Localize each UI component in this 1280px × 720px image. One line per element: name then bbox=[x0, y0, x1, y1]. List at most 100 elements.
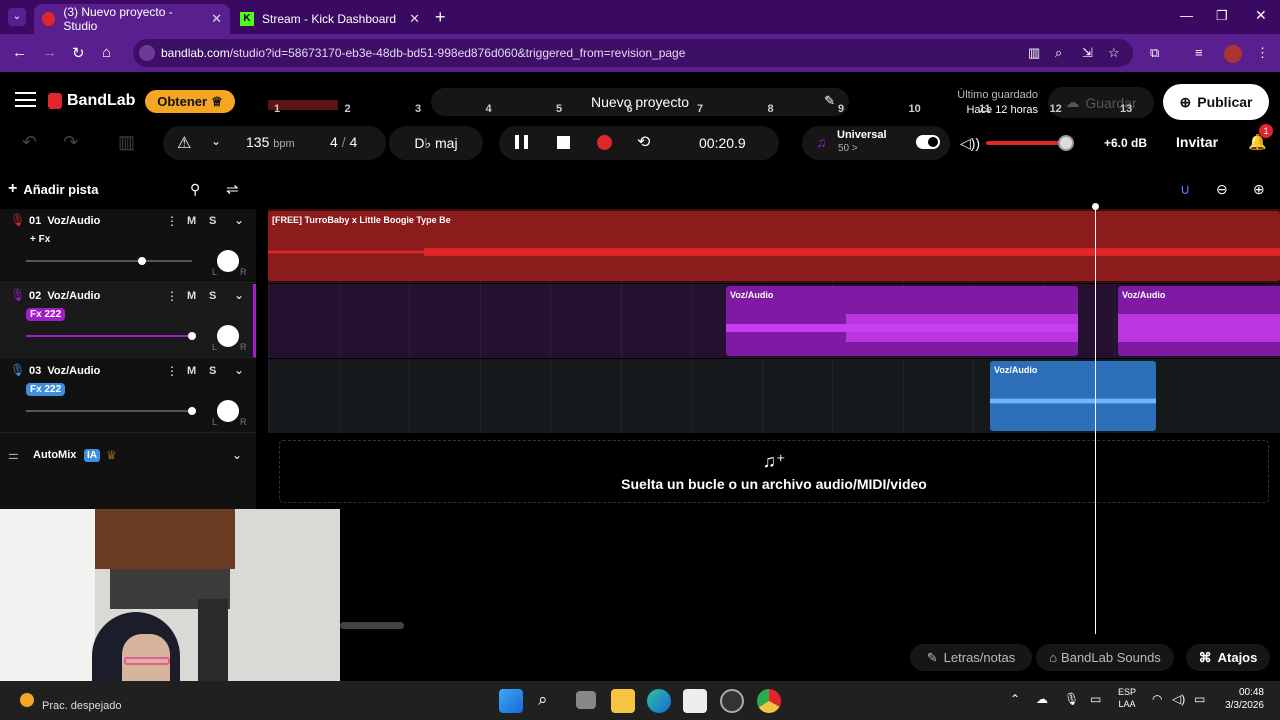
mute-button[interactable]: M bbox=[187, 290, 196, 302]
master-volume-slider[interactable] bbox=[986, 135, 1074, 151]
track-title[interactable]: 01 Voz/Audio bbox=[29, 215, 100, 227]
playhead-marker[interactable] bbox=[1092, 203, 1099, 210]
mute-button[interactable]: M bbox=[187, 365, 196, 377]
bpm-value[interactable]: 135 bpm bbox=[246, 134, 295, 150]
close-tab-icon[interactable]: ✕ bbox=[409, 11, 420, 27]
track-menu-icon[interactable]: ⋮ bbox=[166, 364, 178, 378]
metronome-icon[interactable]: ⚠ bbox=[177, 133, 191, 153]
track-title[interactable]: 02 Voz/Audio bbox=[29, 290, 100, 302]
shortcuts-button[interactable]: ⌘ Atajos bbox=[1186, 644, 1270, 671]
solo-button[interactable]: S bbox=[209, 365, 216, 377]
chevron-down-icon[interactable]: ⌄ bbox=[211, 134, 221, 148]
chevron-down-icon[interactable]: ⌄ bbox=[234, 363, 244, 377]
media-icon[interactable]: ≡ bbox=[1195, 45, 1203, 60]
battery-icon[interactable]: ▭ bbox=[1194, 692, 1205, 706]
start-icon[interactable] bbox=[499, 689, 523, 713]
store-icon[interactable] bbox=[683, 689, 707, 713]
close-tab-icon[interactable]: ✕ bbox=[211, 11, 222, 27]
timeline-ruler[interactable]: 1 2 3 4 5 6 7 8 9 10 11 12 13 bbox=[268, 100, 1280, 124]
language-indicator[interactable]: ESP LAA bbox=[1118, 686, 1136, 710]
maximize-icon[interactable]: ❐ bbox=[1216, 8, 1228, 24]
volume-handle[interactable] bbox=[188, 332, 196, 340]
lane-track-1[interactable]: [FREE] TurroBaby x Little Boogie Type Be bbox=[268, 209, 1280, 283]
reader-icon[interactable]: ▥ bbox=[1028, 45, 1040, 61]
mic-icon[interactable]: 🎙 bbox=[10, 288, 25, 302]
piano-icon[interactable]: ▥ bbox=[118, 132, 135, 153]
track-volume-slider[interactable] bbox=[26, 407, 196, 415]
new-tab-icon[interactable]: + bbox=[435, 7, 446, 28]
wifi-icon[interactable]: ◠ bbox=[1152, 692, 1162, 706]
track-title[interactable]: 03 Voz/Audio bbox=[29, 365, 100, 377]
menu-icon[interactable]: ⋮ bbox=[1256, 45, 1269, 61]
record-icon[interactable] bbox=[597, 135, 612, 150]
pan-knob[interactable] bbox=[217, 400, 239, 422]
mic-icon[interactable]: 🎙 bbox=[10, 363, 25, 377]
install-icon[interactable]: ⇲ bbox=[1082, 45, 1093, 61]
mic-icon[interactable]: 🎙 bbox=[10, 213, 25, 227]
site-info-icon[interactable] bbox=[139, 45, 155, 61]
fx-badge[interactable]: Fx 222 bbox=[26, 308, 66, 321]
wand-icon[interactable]: ⚲ bbox=[190, 181, 200, 198]
chevron-down-icon[interactable]: ⌄ bbox=[234, 288, 244, 302]
tab-studio[interactable]: (3) Nuevo proyecto - Studio ✕ bbox=[34, 4, 230, 34]
volume-handle[interactable] bbox=[138, 257, 147, 265]
close-window-icon[interactable]: ✕ bbox=[1255, 7, 1267, 24]
edge-icon[interactable] bbox=[647, 689, 671, 713]
url-field[interactable]: bandlab.com/studio?id=58673170-eb3e-48db… bbox=[133, 39, 1133, 67]
fx-badge[interactable]: Fx 222 bbox=[26, 383, 66, 396]
loop-icon[interactable]: ⟲ bbox=[637, 132, 650, 152]
tray-chevron-icon[interactable]: ⌃ bbox=[1010, 692, 1020, 706]
time-signature[interactable]: 4 / 4 bbox=[330, 134, 357, 150]
reload-icon[interactable]: ↻ bbox=[72, 44, 85, 62]
weather-text[interactable]: Prac. despejado bbox=[42, 700, 122, 712]
mute-button[interactable]: M bbox=[187, 215, 196, 227]
stop-icon[interactable] bbox=[557, 136, 570, 149]
solo-button[interactable]: S bbox=[209, 290, 216, 302]
back-icon[interactable]: ← bbox=[12, 44, 27, 61]
lane-track-3[interactable]: Voz/Audio bbox=[268, 359, 1280, 433]
track-menu-icon[interactable]: ⋮ bbox=[166, 214, 178, 228]
tray-display-icon[interactable]: ▭ bbox=[1090, 692, 1101, 706]
minimize-icon[interactable]: — bbox=[1180, 8, 1193, 23]
track-volume-slider[interactable] bbox=[26, 257, 192, 265]
pause-icon[interactable] bbox=[515, 135, 528, 149]
volume-handle[interactable] bbox=[1058, 135, 1074, 151]
profile-avatar[interactable] bbox=[1224, 45, 1242, 63]
clip-track-3[interactable]: Voz/Audio bbox=[990, 361, 1156, 431]
track-menu-icon[interactable]: ⋮ bbox=[166, 289, 178, 303]
redo-icon[interactable]: ↷ bbox=[63, 132, 78, 153]
home-icon[interactable]: ⌂ bbox=[102, 44, 111, 61]
playhead[interactable] bbox=[1095, 206, 1096, 634]
file-explorer-icon[interactable] bbox=[611, 689, 635, 713]
preset-name[interactable]: Universal bbox=[837, 129, 887, 141]
bandlab-logo[interactable]: BandLab bbox=[48, 92, 135, 110]
speaker-icon[interactable]: ◁) bbox=[1172, 692, 1185, 706]
tray-cloud-icon[interactable]: ☁ bbox=[1036, 692, 1048, 706]
clip-track-2a[interactable]: Voz/Audio bbox=[726, 286, 1078, 356]
solo-button[interactable]: S bbox=[209, 215, 216, 227]
automix-row[interactable]: ⚌ AutoMix IA ♕ ⌄ bbox=[0, 443, 256, 467]
zoom-icon[interactable]: ⌕ bbox=[1055, 45, 1062, 61]
undo-icon[interactable]: ↶ bbox=[22, 132, 37, 153]
extensions-icon[interactable]: ⧉ bbox=[1150, 45, 1159, 61]
zoom-out-icon[interactable]: ⊖ bbox=[1216, 181, 1228, 198]
magnet-icon[interactable]: ∪ bbox=[1180, 181, 1190, 198]
track-header[interactable]: 🎙 02 Voz/Audio ⋮ M S ⌄ Fx 222 L R bbox=[0, 284, 256, 358]
chevron-down-icon[interactable]: ⌄ bbox=[234, 213, 244, 227]
obtener-button[interactable]: Obtener ♕ bbox=[145, 90, 235, 113]
track-header[interactable]: 🎙 03 Voz/Audio ⋮ M S ⌄ Fx 222 L R bbox=[0, 359, 256, 433]
hamburger-menu-icon[interactable] bbox=[15, 92, 36, 107]
clock[interactable]: 00:48 3/3/2026 bbox=[1222, 686, 1264, 712]
horizontal-scrollbar[interactable] bbox=[340, 622, 404, 629]
tab-search-icon[interactable]: ⌄ bbox=[8, 8, 26, 26]
tab-kick[interactable]: K Stream - Kick Dashboard ✕ bbox=[232, 4, 428, 34]
invitar-button[interactable]: Invitar bbox=[1176, 134, 1218, 150]
track-header[interactable]: 🎙 01 Voz/Audio ⋮ M S ⌄ + Fx L R bbox=[0, 209, 256, 283]
add-track-button[interactable]: + Añadir pista bbox=[8, 180, 98, 198]
preset-value[interactable]: 50 > bbox=[838, 143, 858, 154]
clip-track-2b[interactable]: Voz/Audio bbox=[1118, 286, 1280, 356]
mixer-icon[interactable]: ⇌ bbox=[226, 180, 239, 198]
chrome-icon[interactable] bbox=[757, 689, 781, 713]
search-icon[interactable]: ⌕ bbox=[538, 690, 548, 710]
pan-knob[interactable] bbox=[217, 250, 239, 272]
